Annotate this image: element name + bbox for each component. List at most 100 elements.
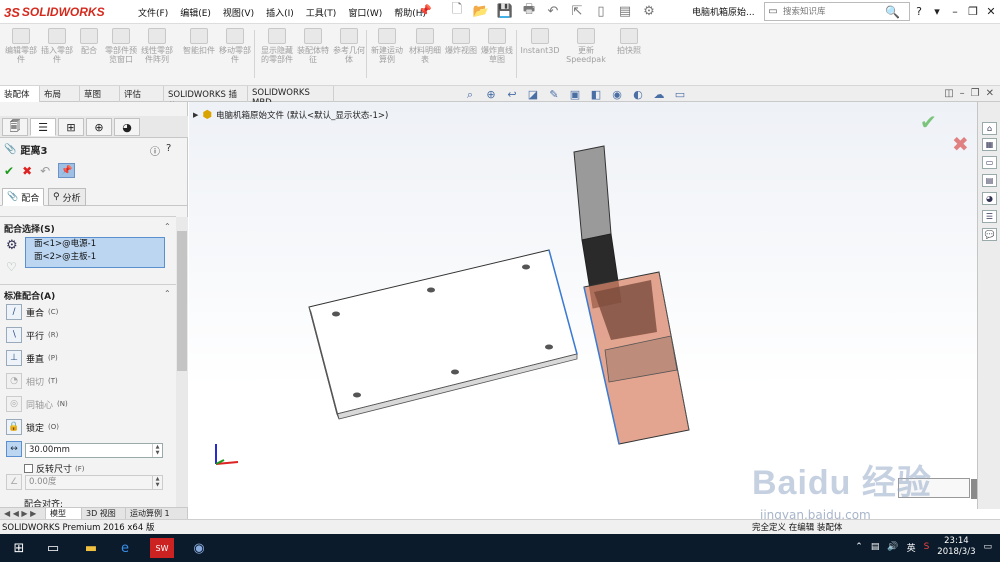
windows-start-icon[interactable]: ⊞ (8, 538, 30, 558)
take-snapshot-button[interactable]: 拍快照 (610, 28, 648, 82)
new-document-icon[interactable]: 🗋 (448, 2, 466, 20)
property-manager-tab-icon[interactable]: ☰ (30, 118, 56, 136)
menu-window[interactable]: 窗口(W) (342, 4, 388, 21)
options-gear-icon[interactable]: ⚙ (640, 2, 658, 20)
tab-evaluate[interactable]: 评估 (120, 86, 164, 102)
help-icon[interactable]: ? (166, 143, 171, 158)
checkbox-box[interactable] (24, 464, 33, 473)
help-question-icon[interactable]: ⓘ (150, 143, 160, 158)
undo-icon[interactable]: ↶ (40, 164, 50, 178)
tab-sketch[interactable]: 草图 (80, 86, 120, 102)
scrollbar-thumb[interactable] (177, 231, 187, 371)
dynamic-annotation-icon[interactable]: ✎ (546, 88, 562, 101)
previous-view-icon[interactable]: ↩ (504, 88, 520, 101)
search-scope-icon[interactable]: ▭ (765, 6, 781, 17)
zoom-to-fit-icon[interactable]: ⌕ (462, 88, 478, 101)
bill-of-materials-button[interactable]: 材料明细表 (406, 28, 444, 82)
feature-tree-tab-icon[interactable]: 🗐 (2, 118, 28, 136)
pm-scrollbar[interactable] (176, 217, 188, 507)
resources-icon[interactable]: ▦ (982, 138, 997, 151)
confirm-cancel-icon[interactable]: ✖ (952, 132, 969, 156)
undo-icon[interactable]: ↶ (544, 2, 562, 20)
close-icon[interactable]: ✕ (982, 2, 1000, 21)
edge-browser-icon[interactable]: e (114, 538, 136, 558)
solidworks-logo[interactable]: 3S SOLIDWORKS (4, 3, 105, 21)
open-icon[interactable]: 📂 (472, 2, 490, 20)
motherboard-component[interactable] (308, 249, 578, 420)
pushpin-icon[interactable]: 📌 (58, 163, 76, 178)
input-method[interactable]: 英 (907, 541, 916, 554)
mate-perpendicular[interactable]: ⊥ 垂直 (P) (6, 350, 58, 366)
reference-geometry-button[interactable]: 参考几何体 (330, 28, 368, 82)
standard-mates-group-title[interactable]: 标准配合(A) (4, 289, 55, 302)
solidworks-taskbar-icon[interactable]: SW (150, 538, 174, 558)
mate-parallel[interactable]: ∖ 平行 (R) (6, 327, 58, 343)
volume-icon[interactable]: 🔊 (887, 542, 898, 552)
select-icon[interactable]: ⇱ (568, 2, 586, 20)
save-icon[interactable]: 💾 (496, 2, 514, 20)
confirm-ok-icon[interactable]: ✔ (920, 110, 937, 134)
view-settings-icon[interactable]: ▭ (672, 88, 688, 101)
file-explorer-taskbar-icon[interactable]: ▬ (80, 538, 102, 558)
distance-spinner[interactable]: ▲ ▼ (152, 444, 162, 457)
mate-selection-group-title[interactable]: 配合选择(S) (4, 222, 55, 235)
menu-view[interactable]: 视图(V) (217, 4, 260, 21)
clock[interactable]: 23:14 2018/3/3 (937, 536, 975, 558)
cancel-x-icon[interactable]: ✖ (22, 164, 32, 178)
view-orientation-icon[interactable]: ▣ (567, 88, 583, 101)
help-dropdown-icon[interactable]: ▾ (928, 2, 946, 21)
search-input[interactable] (781, 5, 885, 18)
new-motion-study-button[interactable]: 新建运动算例 (368, 28, 406, 82)
display-manager-tab-icon[interactable]: ◕ (114, 118, 140, 136)
explode-line-sketch-button[interactable]: 爆炸直线草图 (478, 28, 516, 82)
hide-show-items-icon[interactable]: ◉ (609, 88, 625, 101)
restore-icon[interactable]: ❐ (964, 2, 982, 21)
edit-component-button[interactable]: 编辑零部件 (2, 28, 40, 82)
search-icon[interactable]: 🔍 (885, 5, 900, 19)
tab-solidworks-mbd[interactable]: SOLIDWORKS MBD (248, 86, 334, 108)
distance-field[interactable]: 30.00mm ▲ ▼ (25, 443, 163, 458)
design-library-icon[interactable]: ▭ (982, 156, 997, 169)
component-preview-button[interactable]: 零部件预览窗口 (102, 28, 140, 82)
section-view-icon[interactable]: ◪ (525, 88, 541, 101)
expand-arrow-icon[interactable]: ▶ (193, 111, 198, 119)
tab-analysis[interactable]: ⚲ 分析 (48, 188, 86, 206)
file-properties-icon[interactable]: ▤ (616, 2, 634, 20)
print-icon[interactable]: 🖶 (520, 2, 538, 20)
tab-assembly[interactable]: 装配体 (0, 86, 40, 102)
custom-properties-icon[interactable]: ☰ (982, 210, 997, 223)
mate-coincident[interactable]: ∕ 重合 (C) (6, 304, 58, 320)
help-icon[interactable]: ? (910, 2, 928, 21)
notification-icon[interactable]: ▭ (983, 542, 992, 552)
forum-icon[interactable]: 💬 (982, 228, 997, 241)
zoom-to-area-icon[interactable]: ⊕ (483, 88, 499, 101)
angle-icon[interactable]: ∠ (6, 474, 22, 490)
list-item[interactable]: 面<1>@电源-1 (26, 238, 164, 251)
file-explorer-icon[interactable]: ▤ (982, 174, 997, 187)
assembly-features-button[interactable]: 装配体特征 (294, 28, 332, 82)
task-view-icon[interactable]: ▭ (42, 538, 64, 558)
menu-insert[interactable]: 插入(I) (260, 4, 300, 21)
menu-edit[interactable]: 编辑(E) (174, 4, 217, 21)
feature-tree-flyout[interactable]: ▶ ⬢ 电脑机箱原始文件 (默认<默认_显示状态-1>) (193, 108, 388, 121)
viewport-expand-icon[interactable]: ◫ (944, 88, 953, 99)
mate-tangent[interactable]: ◔ 相切 (T) (6, 373, 58, 389)
tab-solidworks-addins[interactable]: SOLIDWORKS 插件 (164, 86, 248, 112)
linear-pattern-button[interactable]: 线性零部件阵列 (138, 28, 176, 82)
show-hidden-button[interactable]: 显示隐藏的零部件 (258, 28, 296, 82)
flip-dimension-checkbox[interactable]: 反转尺寸 (F) (24, 462, 85, 475)
dimxpert-tab-icon[interactable]: ⊕ (86, 118, 112, 136)
exploded-view-button[interactable]: 爆炸视图 (442, 28, 480, 82)
tab-mates[interactable]: 📎 配合 (2, 188, 45, 206)
edit-appearance-icon[interactable]: ◐ (630, 88, 646, 101)
model-viewport[interactable] (189, 102, 977, 509)
assembly-name[interactable]: 电脑机箱原始文件 (默认<默认_显示状态-1>) (216, 109, 388, 121)
display-style-icon[interactable]: ◧ (588, 88, 604, 101)
menu-tools[interactable]: 工具(T) (300, 4, 343, 21)
list-item[interactable]: 面<2>@主板-1 (26, 251, 164, 264)
rebuild-icon[interactable]: ▯ (592, 2, 610, 20)
update-speedpak-button[interactable]: 更新Speedpak (564, 28, 608, 82)
angle-field[interactable]: 0.00度 ▲ ▼ (25, 475, 163, 490)
distance-icon[interactable]: ↔ (6, 441, 22, 457)
smart-fasteners-button[interactable]: 智能扣件 (180, 28, 218, 82)
